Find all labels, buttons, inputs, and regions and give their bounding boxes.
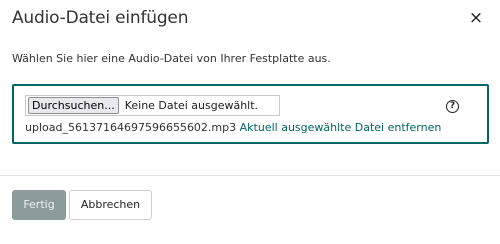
cancel-button[interactable]: Abbrechen <box>69 190 152 220</box>
selected-file-line: upload_561371646975966556​02.mp3 Aktuell… <box>25 121 441 134</box>
audio-upload-dialog: Audio-Datei einfügen × Wählen Sie hier e… <box>0 0 500 244</box>
close-icon[interactable]: × <box>467 9 485 27</box>
help-icon[interactable]: ? <box>446 100 459 113</box>
file-status-text: Keine Datei ausgewählt. <box>124 99 259 112</box>
browse-button[interactable]: Durchsuchen... <box>28 97 119 114</box>
dialog-description: Wählen Sie hier eine Audio-Datei von Ihr… <box>12 52 331 65</box>
footer-divider <box>0 175 500 176</box>
done-button[interactable]: Fertig <box>12 190 66 220</box>
selected-file-name: upload_561371646975966556​02.mp3 <box>25 121 237 134</box>
upload-panel: Durchsuchen... Keine Datei ausgewählt. ?… <box>12 84 489 144</box>
remove-file-link[interactable]: Aktuell ausgewählte Datei entfernen <box>240 121 442 134</box>
dialog-title: Audio-Datei einfügen <box>12 8 189 28</box>
file-input[interactable]: Durchsuchen... Keine Datei ausgewählt. <box>25 95 280 116</box>
